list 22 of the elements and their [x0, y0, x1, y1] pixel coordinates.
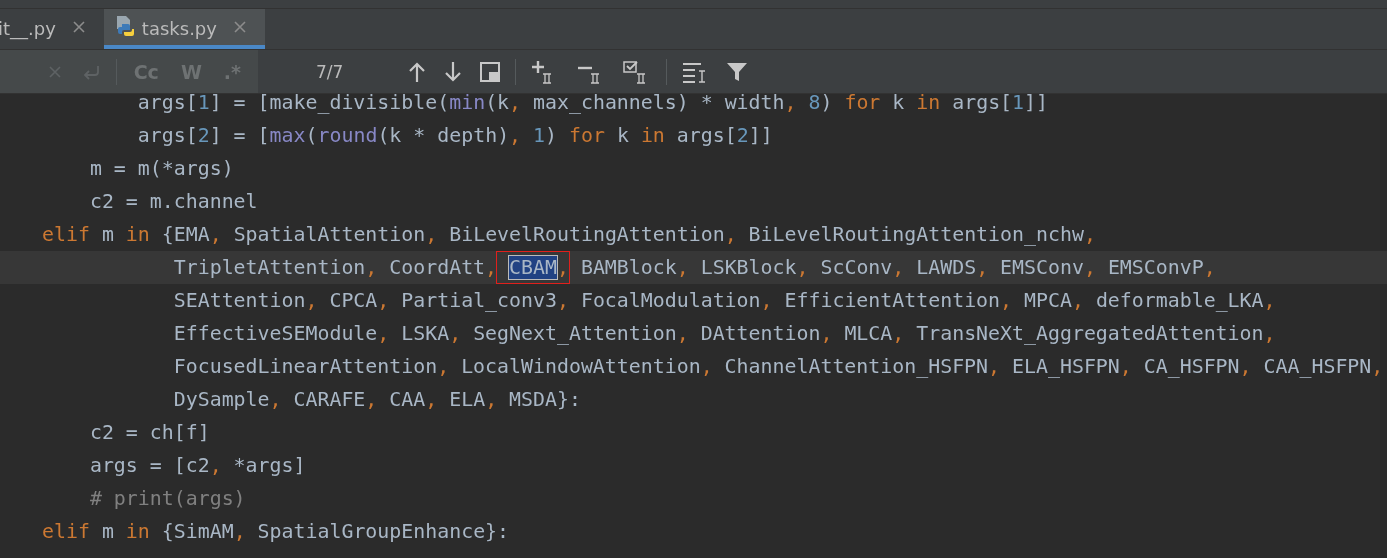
code-line: c2 = m.channel — [88, 189, 259, 215]
code-line: args[2] = [max(round(k * depth), 1) for k in args[2]] — [136, 123, 774, 149]
code-line: c2 = ch[f] — [88, 420, 211, 446]
code-line: elif m in {EMA, SpatialAttention, BiLevelRoutingAttention, BiLevelRoutingAttention_nchw, — [41, 222, 1097, 248]
code-line: elif m in {SimAM, SpatialGroupEnhance}: — [41, 519, 511, 545]
window-icon[interactable] — [480, 61, 501, 82]
match-count: 7/7 — [316, 61, 344, 82]
code-line: args = [c2, *args] — [88, 453, 307, 479]
arrow-down-icon[interactable] — [444, 60, 463, 83]
code-line: m = m(*args) — [88, 156, 235, 182]
code-line: args[1] = [make_divisible(min(k, max_channels) * width, 8) for k in args[1]] — [136, 90, 1050, 116]
code-line: # print(args) — [88, 486, 247, 512]
close-icon[interactable] — [70, 19, 87, 35]
arrow-up-icon[interactable] — [408, 60, 427, 83]
editor-tab[interactable]: it__.py — [0, 9, 104, 49]
code-line: EffectiveSEModule, LSKA, SegNext_Attention, DAttention, MLCA, TransNeXt_AggregatedAttention, — [172, 321, 1277, 347]
search-option-toggle[interactable]: .* — [217, 58, 247, 85]
code-line: SEAttention, CPCA, Partial_conv3, FocalModulation, EfficientAttention, MPCA, deformable_LKA, — [172, 288, 1277, 314]
code-line: FocusedLinearAttention, LocalWindowAttention, ChannelAttention_HSFPN, ELA_HSFPN, CA_HSFPN, CAA_HSFPN, — [172, 354, 1385, 380]
filter-icon[interactable] — [726, 60, 749, 83]
editor-tab[interactable]: tasks.py — [103, 9, 265, 49]
code-line: DySample, CARAFE, CAA, ELA, MSDA}: — [172, 387, 582, 413]
